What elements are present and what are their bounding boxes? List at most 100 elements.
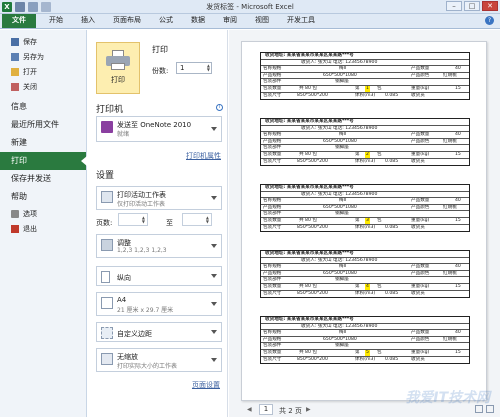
print-what-sub: 仅打印活动工作表 [117,201,166,208]
folder-open-icon [11,67,19,76]
orientation-dropdown[interactable]: 纵向 [96,266,222,286]
label-row: 名称规格 梅II 产品数量 40 [261,66,469,73]
label-addr: 收货地址: 某某省某某市某某区某某路***号 [265,251,354,256]
printer-status: 就绪 [117,131,130,138]
previous-page-button[interactable]: ◀ [247,406,252,413]
label-row: 包装数量 共 80 包 第 4 包 重量(kg) 15 [261,283,469,291]
label-color2-val: 红胡桃 [443,72,457,78]
print-what-dropdown[interactable]: 打印活动工作表 仅打印活动工作表 [96,186,222,210]
scaling-dropdown[interactable]: 无缩放 打印实际大小的工作表 [96,348,222,372]
label-receiver: 收货人: 张大山 电话: 12345678900 [301,257,378,263]
paper-size-icon [101,297,113,309]
printer-dropdown[interactable]: 发送至 OneNote 2010 就绪 [96,116,222,142]
tab-data[interactable]: 数据 [182,14,214,28]
label-seq-unit: 包 [377,217,382,223]
label-size-label: 包装尺寸 [263,224,282,230]
label-product: 名称规格 [263,132,282,138]
label-row: 包装部件 钢脚座 [261,277,469,284]
shipping-label: 收货地址: 某某省某某市某某区某某路***号 收货人: 张大山 电话: 12345… [260,118,470,167]
copies-input[interactable]: 1 ▲ ▼ [176,62,212,74]
label-item-label: 包装部件 [263,79,282,85]
pages-from-input[interactable]: ▲ ▼ [118,213,148,226]
nav-options[interactable]: 选项 [0,206,86,221]
nav-open[interactable]: 打开 [0,64,86,79]
total-pages: 共 2 页 [279,407,302,415]
label-color-label: 产品数量 [411,198,430,204]
nav-save-as[interactable]: 另存为 [0,49,86,64]
chevron-down-icon [211,196,217,200]
chevron-down-icon [211,274,217,278]
label-addr: 收货地址: 某某省某某市某某区某某路***号 [265,317,354,322]
tab-view[interactable]: 视图 [246,14,278,28]
nav-print[interactable]: 打印 [0,152,87,170]
nav-help[interactable]: 帮助 [0,188,86,206]
label-vol-val: 0.085 [385,92,399,98]
pages-from-spinner[interactable]: ▲ ▼ [142,216,145,224]
nav-save[interactable]: 保存 [0,34,86,49]
paper-size-dropdown[interactable]: A4 21 厘米 x 29.7 厘米 [96,292,222,316]
print-button[interactable]: 打印 [96,42,140,94]
tab-review[interactable]: 审阅 [214,14,246,28]
collate-icon [101,239,113,251]
minimize-button[interactable]: – [446,1,462,11]
save-icon [11,37,19,46]
label-pkg-total: 共 80 包 [299,85,317,91]
nav-new[interactable]: 新建 [0,134,86,152]
exit-icon [11,224,19,233]
label-receiver: 收货人: 张大山 电话: 12345678900 [301,59,378,65]
label-loc-label: 收货员 [411,92,425,98]
label-row: 名称规格 梅II 产品数量 40 [261,264,469,271]
label-color2-val: 红胡桃 [443,270,457,276]
label-color2-val: 红胡桃 [443,336,457,342]
label-row: 收货地址: 某某省某某市某某区某某路***号 [261,251,469,258]
label-vol-val: 0.085 [385,356,399,362]
printer-properties-link[interactable]: 打印机属性 [186,151,221,161]
tab-insert[interactable]: 插入 [72,14,104,28]
worksheet-icon [101,191,113,203]
window-title: 发货标签 - Microsoft Excel [206,3,294,11]
label-row: 包装尺寸 850*500*200 体积(m3) 0.085 收货员 [261,93,469,100]
label-product: 名称规格 [263,264,282,270]
label-spec-val: 650*500*1080 [323,72,357,78]
tab-developer[interactable]: 开发工具 [278,14,324,28]
copies-spinner[interactable]: ▲ ▼ [207,64,210,72]
page-setup-link[interactable]: 页面设置 [192,380,220,390]
current-page-input[interactable]: 1 [259,404,273,415]
pages-label: 页数: [96,219,113,227]
paper-size-sub: 21 厘米 x 29.7 厘米 [117,307,174,314]
label-item-val: 钢脚座 [335,343,349,349]
copies-label: 份数: [152,67,169,75]
label-weight-val: 15 [455,151,461,157]
label-row: 收货人: 张大山 电话: 12345678900 [261,126,469,133]
margins-dropdown[interactable]: 自定义边距 [96,322,222,342]
collate-dropdown[interactable]: 调整 1,2,3 1,2,3 1,2,3 [96,234,222,258]
restore-button[interactable]: □ [464,1,480,11]
pages-to-spinner[interactable]: ▲ ▼ [206,216,209,224]
label-seq-no: 1 [365,85,370,92]
close-button[interactable]: ✕ [482,1,498,11]
info-icon[interactable]: i [216,104,223,111]
help-icon[interactable]: ? [485,16,494,25]
label-weight-val: 15 [455,85,461,91]
label-row: 产品规格 650*500*1080 产品颜色 红胡桃 [261,271,469,278]
label-p-val: 梅II [339,264,347,270]
label-row: 收货人: 张大山 电话: 12345678900 [261,60,469,67]
tab-home[interactable]: 开始 [40,14,72,28]
label-spec-label: 产品规格 [263,270,282,276]
label-row: 名称规格 梅II 产品数量 40 [261,330,469,337]
tab-formulas[interactable]: 公式 [150,14,182,28]
save-as-icon [11,52,19,61]
nav-close[interactable]: 关闭 [0,79,86,94]
nav-info[interactable]: 信息 [0,98,86,116]
pages-to-input[interactable]: ▲ ▼ [182,213,212,226]
next-page-button[interactable]: ▶ [306,406,311,413]
tab-page-layout[interactable]: 页面布局 [104,14,150,28]
nav-recent[interactable]: 最近所用文件 [0,116,86,134]
nav-exit[interactable]: 退出 [0,221,86,236]
label-weight-label: 重量(kg) [411,85,430,91]
nav-save-send[interactable]: 保存并发送 [0,170,86,188]
label-receiver: 收货人: 张大山 电话: 12345678900 [301,125,378,131]
label-addr: 收货地址: 某某省某某市某某区某某路***号 [265,53,354,58]
tab-file[interactable]: 文件 [2,14,36,28]
label-color-label: 产品数量 [411,66,430,72]
